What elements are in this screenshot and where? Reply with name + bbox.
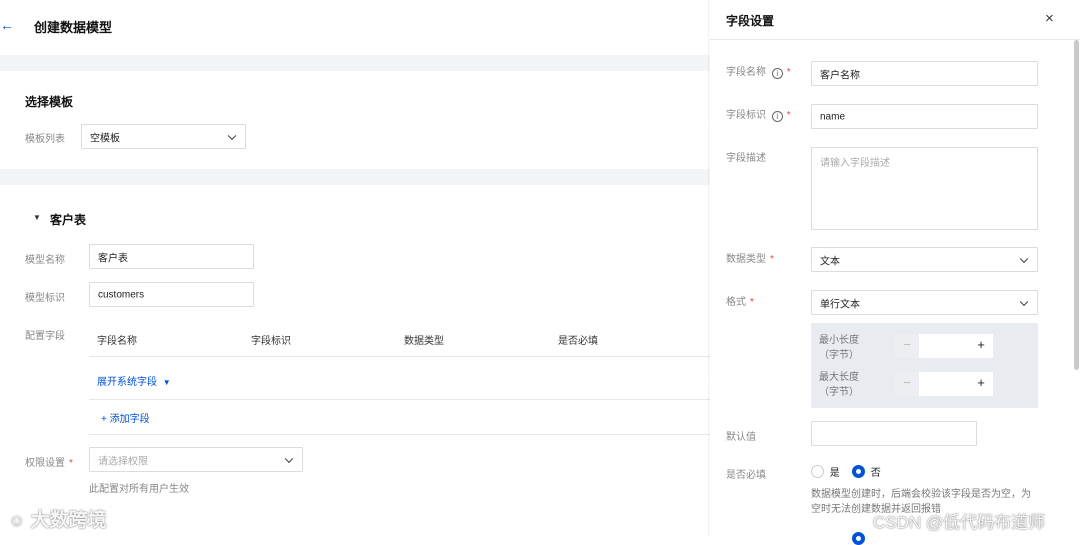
data-type-label-text: 数据类型	[726, 254, 766, 265]
chevron-down-icon	[1019, 254, 1029, 263]
required-mark: *	[786, 67, 791, 78]
section-divider	[0, 169, 710, 185]
data-type-select[interactable]: 文本	[811, 247, 1038, 272]
min-length-increment-button[interactable]: +	[969, 334, 993, 358]
watermark-left-text: 大数跨境	[30, 510, 107, 531]
data-type-label: 数据类型 *	[726, 250, 774, 265]
field-settings-panel: 字段设置 × 字段名称 i * 客户名称 字段标识 i * name 字段描述 请输…	[710, 0, 1080, 545]
max-length-decrement-button[interactable]: −	[895, 372, 919, 396]
page-title: 创建数据模型	[34, 20, 113, 35]
required-hint-line-1: 数据模型创建时，后端会校验该字段是否为空，为	[811, 489, 1031, 500]
max-length-increment-button[interactable]: +	[969, 372, 993, 396]
section-title: 选择模板	[25, 95, 74, 109]
max-length-label-2: （字节）	[819, 387, 859, 398]
column-header: 字段名称	[97, 336, 137, 347]
min-length-label: 最小长度 （字节）	[819, 333, 859, 363]
close-icon[interactable]: ×	[1045, 10, 1054, 27]
expand-system-fields-text: 展开系统字段	[97, 377, 157, 388]
arrow-left-icon[interactable]: ←	[0, 17, 14, 33]
required-yes-label: 是	[829, 468, 840, 479]
section-title: 客户表	[50, 213, 87, 227]
info-circle-icon[interactable]: i	[771, 111, 783, 122]
template-section: 选择模板 模板列表 空模板	[0, 71, 710, 169]
permission-label: 权限设置 *	[25, 454, 73, 469]
panel-header: 字段设置 ×	[710, 0, 1080, 40]
permission-hint: 此配置对所有用户生效	[89, 484, 189, 495]
model-name-value: 客户表	[98, 253, 128, 264]
required-mark: *	[69, 458, 73, 469]
field-id-value: name	[820, 111, 846, 122]
min-length-decrement-button[interactable]: −	[895, 334, 919, 358]
model-id-label: 模型标识	[25, 293, 65, 304]
min-length-label-1: 最小长度	[819, 335, 859, 346]
required-yes-radio[interactable]: 是	[811, 464, 840, 479]
required-mark: *	[770, 254, 774, 265]
format-value: 单行文本	[820, 299, 860, 310]
required-no-radio[interactable]: 否	[852, 464, 881, 479]
length-config-box: 最小长度 （字节） − + 最大长度 （字节） − +	[811, 323, 1038, 408]
permission-label-text: 权限设置	[25, 458, 65, 469]
page-header: ← 创建数据模型	[0, 0, 710, 55]
model-id-value: customers	[98, 289, 145, 300]
chevron-down-icon	[1019, 297, 1029, 306]
permission-placeholder: 请选择权限	[98, 456, 148, 467]
chevron-down-icon	[227, 131, 237, 140]
config-fields-label: 配置字段	[25, 331, 65, 342]
field-desc-textarea[interactable]: 请输入字段描述	[811, 147, 1038, 230]
max-length-input[interactable]	[919, 372, 969, 396]
field-id-label-text: 字段标识	[726, 110, 766, 121]
panel-title: 字段设置	[726, 14, 775, 28]
required-label: 是否必填	[726, 470, 766, 481]
triangle-down-icon: ▼	[162, 378, 171, 387]
min-length-label-2: （字节）	[819, 350, 859, 361]
required-no-label: 否	[870, 468, 881, 479]
max-length-label: 最大长度 （字节）	[819, 370, 859, 400]
fields-table-header: 字段名称 字段标识 数据类型 是否必填	[89, 321, 710, 357]
scrollbar[interactable]	[1074, 40, 1079, 370]
field-name-value: 客户名称	[820, 70, 860, 81]
radio-unchecked-icon	[811, 465, 824, 478]
field-id-label: 字段标识 i *	[726, 106, 791, 122]
watermark-logo-icon: ☺	[8, 511, 26, 530]
required-mark: *	[786, 110, 791, 121]
expand-system-fields-link[interactable]: 展开系统字段 ▼	[97, 373, 171, 388]
default-value-label: 默认值	[726, 432, 756, 443]
required-mark: *	[750, 297, 754, 308]
add-field-row: + 添加字段	[89, 400, 710, 435]
format-select[interactable]: 单行文本	[811, 290, 1038, 315]
info-circle-icon[interactable]: i	[771, 68, 783, 79]
expand-system-fields-row: 展开系统字段 ▼	[89, 357, 710, 400]
field-id-input[interactable]: name	[811, 104, 1038, 129]
column-header: 数据类型	[404, 336, 444, 347]
field-name-label: 字段名称 i *	[726, 63, 791, 79]
section-divider	[0, 55, 710, 71]
permission-select[interactable]: 请选择权限	[89, 447, 303, 472]
template-selected-value: 空模板	[90, 133, 120, 144]
column-header: 是否必填	[558, 336, 598, 347]
min-length-input[interactable]	[919, 334, 969, 358]
model-id-input[interactable]: customers	[89, 282, 254, 307]
field-desc-placeholder: 请输入字段描述	[820, 158, 890, 169]
radio-checked-icon	[852, 465, 865, 478]
add-field-button[interactable]: + 添加字段	[101, 410, 150, 425]
chevron-down-icon	[284, 454, 294, 463]
format-label: 格式 *	[726, 293, 754, 308]
field-name-input[interactable]: 客户名称	[811, 61, 1038, 86]
default-value-input[interactable]	[811, 421, 977, 446]
collapse-triangle-icon[interactable]: ▼	[33, 213, 41, 222]
model-name-label: 模型名称	[25, 255, 65, 266]
model-name-input[interactable]: 客户表	[89, 244, 254, 269]
next-row-radio-icon	[852, 532, 865, 545]
format-label-text: 格式	[726, 297, 746, 308]
watermark-right: CSDN @低代码布道师	[873, 513, 1046, 532]
max-length-label-1: 最大长度	[819, 372, 859, 383]
template-list-label: 模板列表	[25, 134, 65, 145]
field-name-label-text: 字段名称	[726, 67, 766, 78]
template-select[interactable]: 空模板	[81, 124, 246, 149]
watermark-left: ☺ 大数跨境	[8, 505, 107, 532]
field-desc-label: 字段描述	[726, 153, 766, 164]
table-section: ▼ 客户表 模型名称 客户表 模型标识 customers 配置字段 字段名称 …	[0, 185, 710, 537]
data-type-value: 文本	[820, 256, 840, 267]
column-header: 字段标识	[251, 336, 291, 347]
